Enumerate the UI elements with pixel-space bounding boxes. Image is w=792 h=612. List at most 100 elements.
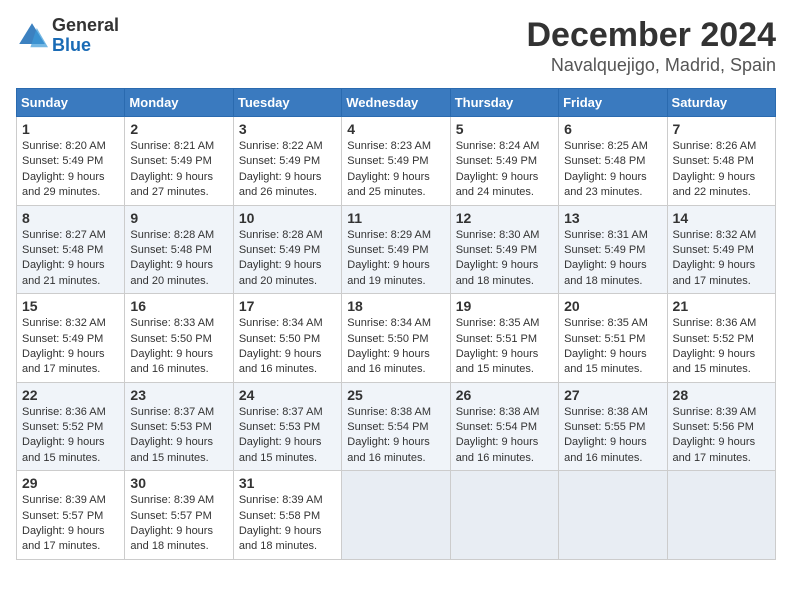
day-info: Sunrise: 8:21 AMSunset: 5:49 PMDaylight:…	[130, 139, 227, 201]
day-number: 30	[130, 475, 227, 491]
day-number: 28	[673, 387, 770, 403]
calendar-cell	[667, 471, 775, 560]
calendar-week-row: 22 Sunrise: 8:36 AMSunset: 5:52 PMDayligh…	[17, 382, 776, 471]
day-info: Sunrise: 8:26 AMSunset: 5:48 PMDaylight:…	[673, 139, 770, 201]
calendar-header-monday: Monday	[125, 89, 233, 117]
day-info: Sunrise: 8:34 AMSunset: 5:50 PMDaylight:…	[347, 316, 444, 378]
location-title: Navalquejigo, Madrid, Spain	[526, 55, 776, 76]
calendar-cell: 12 Sunrise: 8:30 AMSunset: 5:49 PMDayligh…	[450, 205, 558, 294]
day-number: 29	[22, 475, 119, 491]
day-info: Sunrise: 8:37 AMSunset: 5:53 PMDaylight:…	[130, 405, 227, 467]
day-info: Sunrise: 8:23 AMSunset: 5:49 PMDaylight:…	[347, 139, 444, 201]
day-number: 1	[22, 121, 119, 137]
day-number: 6	[564, 121, 661, 137]
calendar-cell	[450, 471, 558, 560]
day-number: 19	[456, 298, 553, 314]
day-number: 15	[22, 298, 119, 314]
day-info: Sunrise: 8:24 AMSunset: 5:49 PMDaylight:…	[456, 139, 553, 201]
calendar-cell	[559, 471, 667, 560]
day-info: Sunrise: 8:39 AMSunset: 5:56 PMDaylight:…	[673, 405, 770, 467]
day-number: 23	[130, 387, 227, 403]
calendar-header-tuesday: Tuesday	[233, 89, 341, 117]
calendar-cell: 25 Sunrise: 8:38 AMSunset: 5:54 PMDayligh…	[342, 382, 450, 471]
day-number: 20	[564, 298, 661, 314]
day-info: Sunrise: 8:28 AMSunset: 5:49 PMDaylight:…	[239, 228, 336, 290]
calendar-cell: 13Sunrise: 8:31 AMSunset: 5:49 PMDayligh…	[559, 205, 667, 294]
calendar-cell: 10Sunrise: 8:28 AMSunset: 5:49 PMDayligh…	[233, 205, 341, 294]
calendar-cell: 24 Sunrise: 8:37 AMSunset: 5:53 PMDayligh…	[233, 382, 341, 471]
calendar-cell: 29 Sunrise: 8:39 AMSunset: 5:57 PMDayligh…	[17, 471, 125, 560]
calendar-body: 1 Sunrise: 8:20 AMSunset: 5:49 PMDaylight…	[17, 117, 776, 560]
day-info: Sunrise: 8:27 AMSunset: 5:48 PMDaylight:…	[22, 228, 119, 290]
day-info: Sunrise: 8:39 AMSunset: 5:57 PMDaylight:…	[22, 493, 119, 555]
calendar-cell: 19 Sunrise: 8:35 AMSunset: 5:51 PMDayligh…	[450, 294, 558, 383]
calendar-cell: 6Sunrise: 8:25 AMSunset: 5:48 PMDaylight…	[559, 117, 667, 206]
calendar-cell: 4 Sunrise: 8:23 AMSunset: 5:49 PMDaylight…	[342, 117, 450, 206]
calendar-cell: 7 Sunrise: 8:26 AMSunset: 5:48 PMDaylight…	[667, 117, 775, 206]
calendar-week-row: 1 Sunrise: 8:20 AMSunset: 5:49 PMDaylight…	[17, 117, 776, 206]
calendar-header-saturday: Saturday	[667, 89, 775, 117]
day-number: 9	[130, 210, 227, 226]
day-info: Sunrise: 8:32 AMSunset: 5:49 PMDaylight:…	[673, 228, 770, 290]
day-info: Sunrise: 8:32 AMSunset: 5:49 PMDaylight:…	[22, 316, 119, 378]
day-info: Sunrise: 8:30 AMSunset: 5:49 PMDaylight:…	[456, 228, 553, 290]
logo-icon	[16, 20, 48, 52]
calendar-cell: 28 Sunrise: 8:39 AMSunset: 5:56 PMDayligh…	[667, 382, 775, 471]
day-number: 2	[130, 121, 227, 137]
calendar-cell: 11Sunrise: 8:29 AMSunset: 5:49 PMDayligh…	[342, 205, 450, 294]
day-number: 16	[130, 298, 227, 314]
day-info: Sunrise: 8:38 AMSunset: 5:54 PMDaylight:…	[347, 405, 444, 467]
calendar-header-thursday: Thursday	[450, 89, 558, 117]
calendar-cell: 18 Sunrise: 8:34 AMSunset: 5:50 PMDayligh…	[342, 294, 450, 383]
calendar-cell: 30 Sunrise: 8:39 AMSunset: 5:57 PMDayligh…	[125, 471, 233, 560]
calendar-header-row: SundayMondayTuesdayWednesdayThursdayFrid…	[17, 89, 776, 117]
logo-blue: Blue	[52, 36, 119, 56]
day-info: Sunrise: 8:20 AMSunset: 5:49 PMDaylight:…	[22, 139, 119, 201]
calendar-header-wednesday: Wednesday	[342, 89, 450, 117]
calendar-cell: 2 Sunrise: 8:21 AMSunset: 5:49 PMDaylight…	[125, 117, 233, 206]
day-number: 7	[673, 121, 770, 137]
day-info: Sunrise: 8:22 AMSunset: 5:49 PMDaylight:…	[239, 139, 336, 201]
day-number: 11	[347, 210, 444, 226]
logo-text: General Blue	[52, 16, 119, 56]
calendar-cell: 26Sunrise: 8:38 AMSunset: 5:54 PMDayligh…	[450, 382, 558, 471]
page-header: General Blue December 2024 Navalquejigo,…	[16, 16, 776, 76]
day-info: Sunrise: 8:36 AMSunset: 5:52 PMDaylight:…	[22, 405, 119, 467]
calendar-cell: 22 Sunrise: 8:36 AMSunset: 5:52 PMDayligh…	[17, 382, 125, 471]
day-number: 31	[239, 475, 336, 491]
calendar-cell: 21 Sunrise: 8:36 AMSunset: 5:52 PMDayligh…	[667, 294, 775, 383]
day-number: 22	[22, 387, 119, 403]
day-info: Sunrise: 8:31 AMSunset: 5:49 PMDaylight:…	[564, 228, 661, 290]
calendar-cell: 27 Sunrise: 8:38 AMSunset: 5:55 PMDayligh…	[559, 382, 667, 471]
day-number: 12	[456, 210, 553, 226]
calendar-week-row: 29 Sunrise: 8:39 AMSunset: 5:57 PMDayligh…	[17, 471, 776, 560]
day-number: 27	[564, 387, 661, 403]
day-info: Sunrise: 8:36 AMSunset: 5:52 PMDaylight:…	[673, 316, 770, 378]
day-number: 4	[347, 121, 444, 137]
calendar-week-row: 8Sunrise: 8:27 AMSunset: 5:48 PMDaylight…	[17, 205, 776, 294]
day-info: Sunrise: 8:35 AMSunset: 5:51 PMDaylight:…	[564, 316, 661, 378]
calendar-cell: 1 Sunrise: 8:20 AMSunset: 5:49 PMDaylight…	[17, 117, 125, 206]
logo-general: General	[52, 16, 119, 36]
day-info: Sunrise: 8:35 AMSunset: 5:51 PMDaylight:…	[456, 316, 553, 378]
day-info: Sunrise: 8:28 AMSunset: 5:48 PMDaylight:…	[130, 228, 227, 290]
calendar-cell: 17Sunrise: 8:34 AMSunset: 5:50 PMDayligh…	[233, 294, 341, 383]
calendar-cell: 20 Sunrise: 8:35 AMSunset: 5:51 PMDayligh…	[559, 294, 667, 383]
day-info: Sunrise: 8:33 AMSunset: 5:50 PMDaylight:…	[130, 316, 227, 378]
calendar-cell: 14 Sunrise: 8:32 AMSunset: 5:49 PMDayligh…	[667, 205, 775, 294]
day-number: 21	[673, 298, 770, 314]
day-info: Sunrise: 8:39 AMSunset: 5:57 PMDaylight:…	[130, 493, 227, 555]
calendar-cell: 8Sunrise: 8:27 AMSunset: 5:48 PMDaylight…	[17, 205, 125, 294]
day-number: 3	[239, 121, 336, 137]
day-number: 24	[239, 387, 336, 403]
day-info: Sunrise: 8:38 AMSunset: 5:55 PMDaylight:…	[564, 405, 661, 467]
month-title: December 2024	[526, 16, 776, 55]
logo: General Blue	[16, 16, 119, 56]
day-info: Sunrise: 8:39 AMSunset: 5:58 PMDaylight:…	[239, 493, 336, 555]
calendar-cell: 5Sunrise: 8:24 AMSunset: 5:49 PMDaylight…	[450, 117, 558, 206]
day-number: 18	[347, 298, 444, 314]
day-info: Sunrise: 8:37 AMSunset: 5:53 PMDaylight:…	[239, 405, 336, 467]
day-number: 14	[673, 210, 770, 226]
day-number: 26	[456, 387, 553, 403]
day-number: 25	[347, 387, 444, 403]
